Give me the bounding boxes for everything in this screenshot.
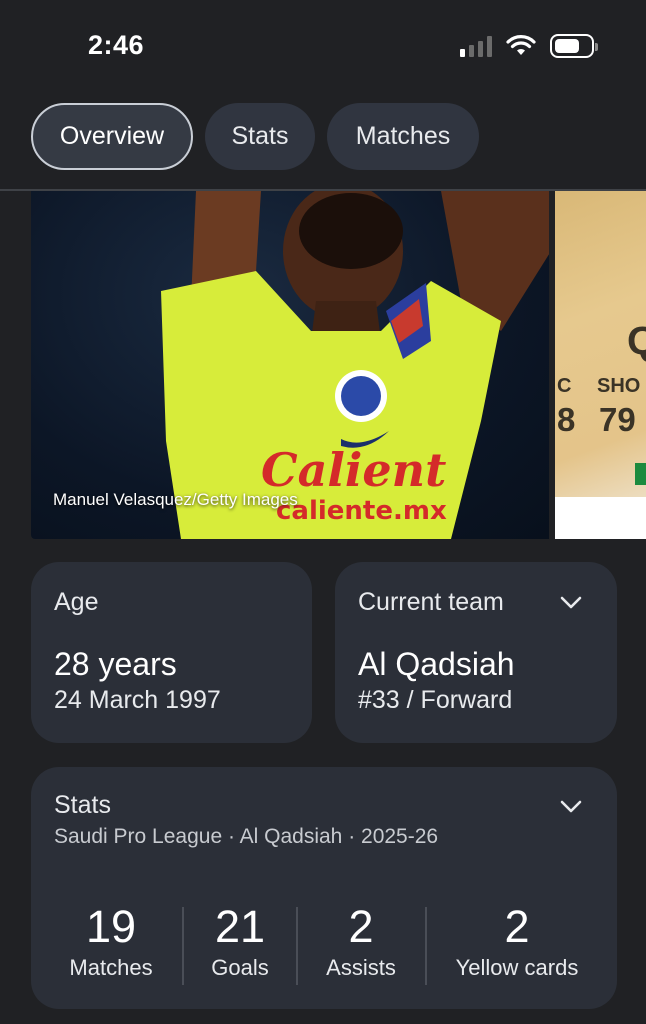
player-figure-image: Calient caliente.mx: [161, 191, 549, 539]
stat-divider: [296, 907, 298, 985]
stat-value: 21: [214, 901, 266, 952]
stat-divider: [182, 907, 184, 985]
chevron-down-icon[interactable]: [560, 596, 582, 610]
tab-stats[interactable]: Stats: [205, 103, 315, 170]
player-photo[interactable]: Calient caliente.mx Manuel Velasquez/Get…: [31, 191, 549, 539]
stats-title: Stats: [54, 791, 111, 819]
stat-assists: 2 Assists: [306, 903, 416, 987]
card-stat-label: SHO: [597, 375, 641, 397]
image-carousel[interactable]: Calient caliente.mx Manuel Velasquez/Get…: [0, 191, 646, 539]
card-stat-value: 79: [599, 401, 636, 438]
card-flag: [635, 463, 646, 485]
current-team-label: Current team: [358, 588, 504, 616]
photo-credit: Manuel Velasquez/Getty Images: [53, 490, 298, 509]
stat-goals: 21 Goals: [191, 903, 289, 987]
status-icons: [460, 34, 598, 58]
tab-bar: Overview Stats Matches: [31, 103, 479, 170]
card-stat-label: C: [557, 375, 572, 397]
stat-value: 2: [348, 901, 374, 952]
svg-text:caliente.mx: caliente.mx: [276, 496, 447, 526]
team-name: Al Qadsiah: [358, 646, 515, 682]
stats-card[interactable]: Stats Saudi Pro League · Al Qadsiah · 20…: [31, 767, 617, 1009]
player-card-image[interactable]: Q C SHO 8 79: [555, 191, 646, 539]
chevron-down-icon[interactable]: [560, 800, 582, 814]
birth-date: 24 March 1997: [54, 686, 221, 714]
shirt-position: #33 / Forward: [358, 686, 513, 714]
age-label: Age: [54, 588, 99, 616]
age-card: Age 28 years 24 March 1997: [31, 562, 312, 743]
tab-matches[interactable]: Matches: [327, 103, 479, 170]
stat-value: 19: [85, 901, 137, 952]
svg-text:Calient: Calient: [261, 443, 446, 497]
stats-subtitle: Saudi Pro League · Al Qadsiah · 2025-26: [54, 825, 439, 848]
tab-overview[interactable]: Overview: [31, 103, 193, 170]
stat-label: Assists: [326, 955, 396, 980]
stat-value: 2: [504, 901, 530, 952]
stat-divider: [425, 907, 427, 985]
stat-label: Goals: [211, 955, 269, 980]
cellular-signal-icon: [460, 35, 492, 57]
card-bottom: [555, 497, 646, 539]
age-value: 28 years: [54, 646, 177, 682]
stats-row: 19 Matches 21 Goals 2 Assists 2 Yellow c…: [31, 903, 617, 987]
stat-label: Matches: [69, 955, 153, 980]
wifi-icon: [506, 35, 536, 55]
status-time: 2:46: [88, 30, 145, 60]
current-team-card[interactable]: Current team Al Qadsiah #33 / Forward: [335, 562, 617, 743]
status-bar: 2:46: [0, 0, 646, 95]
stat-yellow-cards: 2 Yellow cards: [436, 903, 598, 987]
battery-icon: [550, 34, 598, 58]
card-letter: Q: [627, 319, 646, 363]
card-stat-value: 8: [557, 401, 576, 438]
stat-label: Yellow cards: [455, 955, 579, 980]
stat-matches: 19 Matches: [53, 903, 169, 987]
